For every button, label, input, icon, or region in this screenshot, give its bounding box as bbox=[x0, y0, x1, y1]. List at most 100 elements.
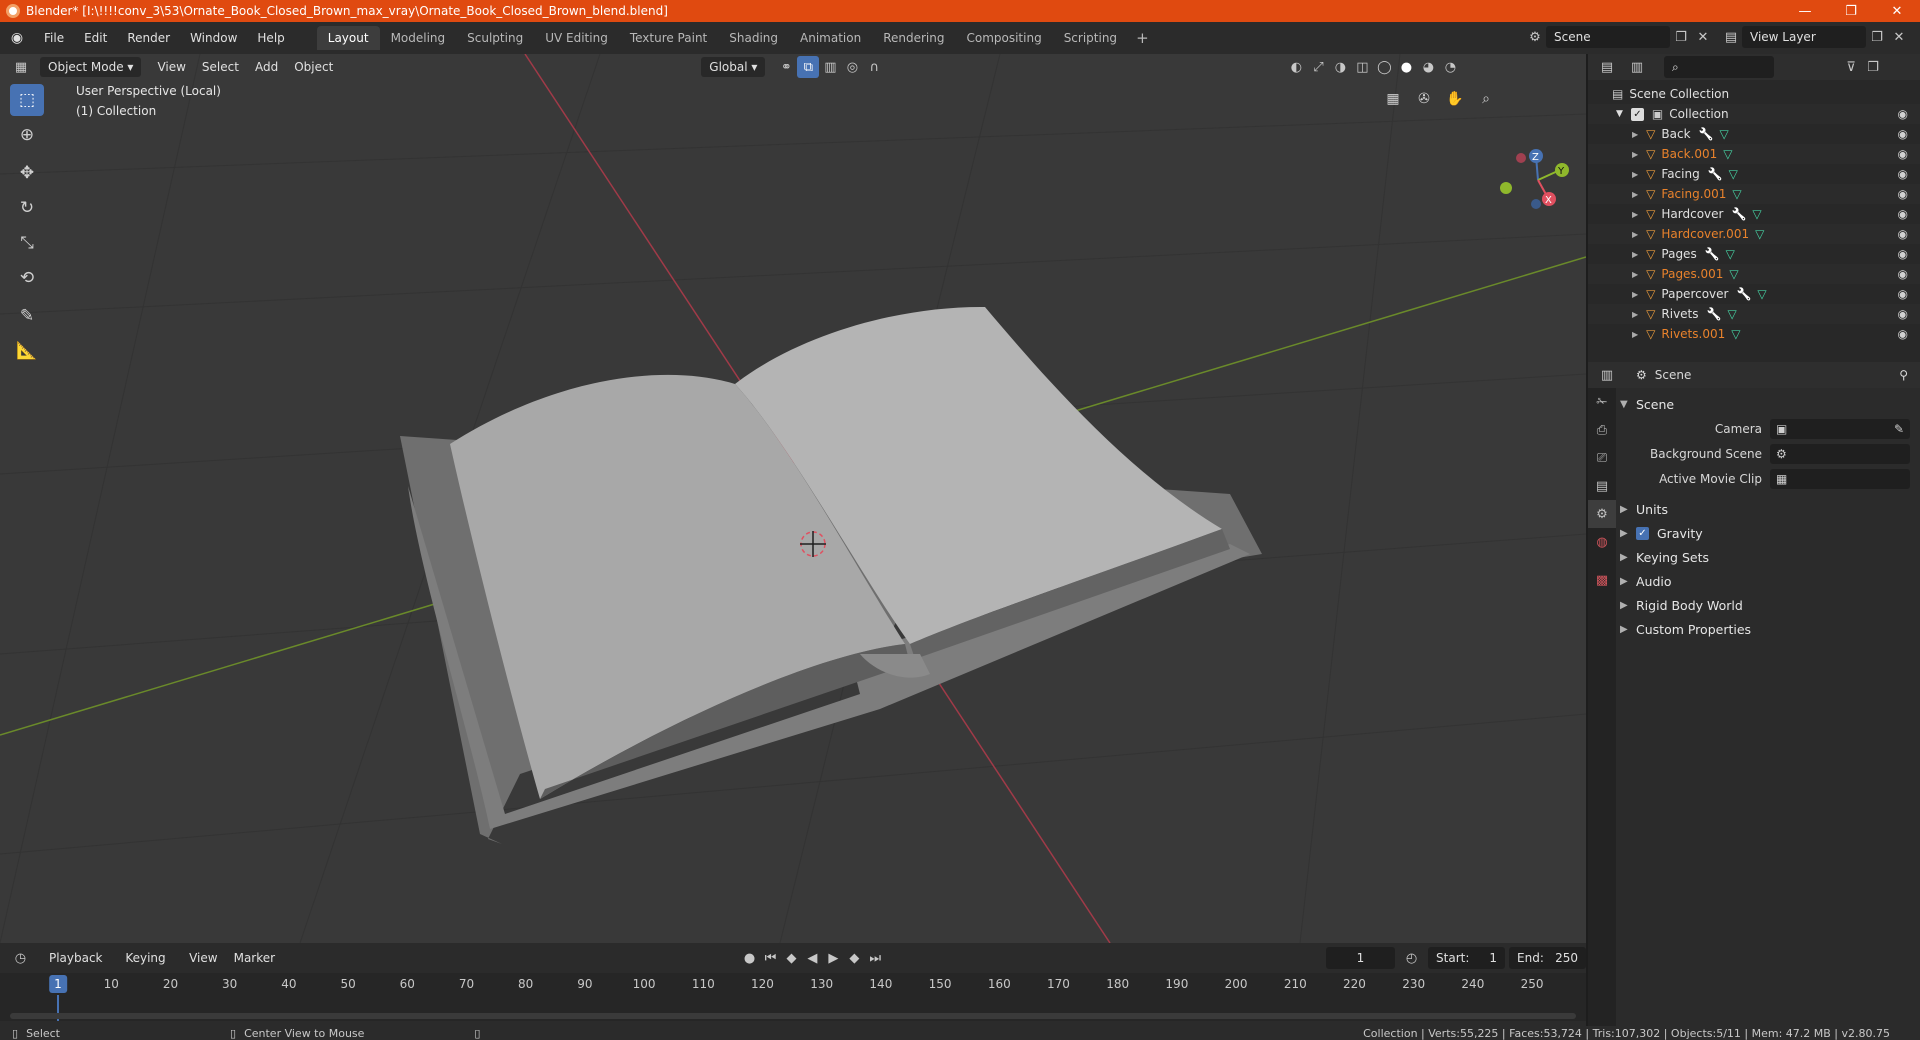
outliner-object-row[interactable]: ▶ ▽ Facing 🔧 ▽ ◉ bbox=[1588, 164, 1920, 184]
scale-tool-icon[interactable]: ⤡ bbox=[10, 227, 44, 259]
minimize-button[interactable]: — bbox=[1782, 0, 1828, 22]
expand-arrow-icon[interactable]: ▶ bbox=[1632, 310, 1638, 319]
eye-icon[interactable]: ◉ bbox=[1898, 227, 1908, 241]
scene-tab-icon[interactable]: ⚙ bbox=[1588, 500, 1616, 528]
outliner-object-row[interactable]: ▶ ▽ Hardcover.001 ▽ ◉ bbox=[1588, 224, 1920, 244]
eye-icon[interactable]: ◉ bbox=[1898, 127, 1908, 141]
eye-icon[interactable]: ◉ bbox=[1898, 187, 1908, 201]
timeline-view-menu[interactable]: View bbox=[181, 948, 225, 968]
expand-arrow-icon[interactable]: ▶ bbox=[1632, 130, 1638, 139]
eye-icon[interactable]: ◉ bbox=[1898, 307, 1908, 321]
jump-start-icon[interactable]: ⏮ bbox=[760, 947, 781, 969]
scene-field[interactable]: Scene bbox=[1546, 26, 1670, 48]
playback-menu[interactable]: Playback ▾ bbox=[41, 948, 117, 985]
proportional-edit-icon[interactable]: ◎ bbox=[841, 56, 863, 78]
maximize-button[interactable]: ❐ bbox=[1828, 0, 1874, 22]
overlay-toggle-icon[interactable]: ◑ bbox=[1329, 56, 1351, 78]
eye-icon[interactable]: ◉ bbox=[1898, 287, 1908, 301]
tab-sculpting[interactable]: Sculpting bbox=[456, 26, 534, 50]
outliner-search-input[interactable]: ⌕ bbox=[1664, 56, 1774, 78]
render-tab-icon[interactable]: ⎙ bbox=[1588, 416, 1616, 444]
mesh-data-icon[interactable]: ▽ bbox=[1755, 227, 1764, 241]
mesh-data-icon[interactable]: ▽ bbox=[1719, 127, 1728, 141]
play-reverse-icon[interactable]: ◀ bbox=[802, 947, 823, 969]
tab-rendering[interactable]: Rendering bbox=[872, 26, 955, 50]
expand-arrow-icon[interactable]: ▶ bbox=[1632, 210, 1638, 219]
wireframe-shading-icon[interactable]: ◯ bbox=[1373, 56, 1395, 78]
prev-keyframe-icon[interactable]: ◆ bbox=[781, 947, 802, 969]
world-tab-icon[interactable]: ◍ bbox=[1588, 528, 1616, 556]
timeline-scrollbar[interactable] bbox=[10, 1013, 1576, 1019]
mesh-data-icon[interactable]: ▽ bbox=[1752, 207, 1761, 221]
collection-row[interactable]: ▼ ✓ ▣ Collection ◉ bbox=[1588, 104, 1920, 124]
units-panel-header[interactable]: ▶ Units bbox=[1620, 497, 1916, 521]
expand-arrow-icon[interactable]: ▶ bbox=[1632, 150, 1638, 159]
cursor-tool-icon[interactable]: ⊕ bbox=[10, 119, 44, 151]
toggle-camera-ortho-icon[interactable]: ▦ bbox=[1380, 86, 1406, 112]
view-layer-field[interactable]: View Layer bbox=[1742, 26, 1866, 48]
editor-type-icon[interactable]: ▦ bbox=[10, 56, 32, 78]
expand-arrow-icon[interactable]: ▶ bbox=[1632, 330, 1638, 339]
jump-end-icon[interactable]: ⏭ bbox=[865, 947, 886, 969]
outliner-object-row[interactable]: ▶ ▽ Pages.001 ▽ ◉ bbox=[1588, 264, 1920, 284]
expand-arrow-icon[interactable]: ▶ bbox=[1632, 190, 1638, 199]
modifier-wrench-icon[interactable]: 🔧 bbox=[1705, 247, 1720, 261]
material-shading-icon[interactable]: ◕ bbox=[1417, 56, 1439, 78]
mesh-data-icon[interactable]: ▽ bbox=[1729, 267, 1738, 281]
visibility-icon[interactable]: ◐ bbox=[1285, 56, 1307, 78]
tab-animation[interactable]: Animation bbox=[789, 26, 872, 50]
eye-icon[interactable]: ◉ bbox=[1898, 107, 1908, 121]
properties-editor-type-icon[interactable]: ▥ bbox=[1596, 364, 1618, 386]
viewport-menu-view[interactable]: View bbox=[149, 57, 193, 77]
close-button[interactable]: ✕ bbox=[1874, 0, 1920, 22]
gravity-checkbox[interactable]: ✓ bbox=[1636, 526, 1649, 540]
eyedropper-icon[interactable]: ✎ bbox=[1894, 422, 1904, 436]
tab-modeling[interactable]: Modeling bbox=[380, 26, 457, 50]
tab-uv-editing[interactable]: UV Editing bbox=[534, 26, 619, 50]
scene-icon[interactable]: ⚙ bbox=[1524, 26, 1546, 48]
gizmo-toggle-icon[interactable]: ⤢ bbox=[1307, 56, 1329, 78]
outliner-object-row[interactable]: ▶ ▽ Rivets.001 ▽ ◉ bbox=[1588, 324, 1920, 344]
outliner-editor-type-icon[interactable]: ▤ bbox=[1596, 56, 1618, 78]
delete-view-layer-icon[interactable]: ✕ bbox=[1888, 26, 1910, 48]
zoom-view-icon[interactable]: ⌕ bbox=[1473, 86, 1499, 112]
tab-scripting[interactable]: Scripting bbox=[1053, 26, 1128, 50]
next-keyframe-icon[interactable]: ◆ bbox=[844, 947, 865, 969]
expand-arrow-icon[interactable]: ▶ bbox=[1632, 250, 1638, 259]
scene-collection-row[interactable]: ▤ Scene Collection bbox=[1588, 84, 1920, 104]
tab-compositing[interactable]: Compositing bbox=[955, 26, 1052, 50]
pivot-icon[interactable]: ⚭ bbox=[775, 56, 797, 78]
select-box-tool-icon[interactable]: ⬚ bbox=[10, 84, 44, 116]
mesh-data-icon[interactable]: ▽ bbox=[1727, 307, 1736, 321]
eye-icon[interactable]: ◉ bbox=[1898, 267, 1908, 281]
measure-tool-icon[interactable]: 📐 bbox=[10, 335, 44, 367]
start-frame-field[interactable]: Start: 1 bbox=[1428, 947, 1506, 969]
audio-panel-header[interactable]: ▶ Audio bbox=[1620, 569, 1916, 593]
rotate-tool-icon[interactable]: ↻ bbox=[10, 192, 44, 224]
view-layer-tab-icon[interactable]: ▤ bbox=[1588, 472, 1616, 500]
modifier-wrench-icon[interactable]: 🔧 bbox=[1736, 287, 1751, 301]
outliner-object-row[interactable]: ▶ ▽ Papercover 🔧 ▽ ◉ bbox=[1588, 284, 1920, 304]
viewport-menu-select[interactable]: Select bbox=[194, 57, 247, 77]
scene-panel-header[interactable]: ▼ Scene bbox=[1620, 392, 1916, 416]
display-mode-icon[interactable]: ▥ bbox=[1626, 56, 1648, 78]
outliner-object-row[interactable]: ▶ ▽ Rivets 🔧 ▽ ◉ bbox=[1588, 304, 1920, 324]
object-mode-dropdown[interactable]: Object Mode ▾ bbox=[40, 57, 142, 77]
outliner-object-row[interactable]: ▶ ▽ Facing.001 ▽ ◉ bbox=[1588, 184, 1920, 204]
eye-icon[interactable]: ◉ bbox=[1898, 247, 1908, 261]
keying-sets-panel-header[interactable]: ▶ Keying Sets bbox=[1620, 545, 1916, 569]
annotate-tool-icon[interactable]: ✎ bbox=[10, 300, 44, 332]
mesh-data-icon[interactable]: ▽ bbox=[1731, 327, 1740, 341]
view-layer-icon[interactable]: ▤ bbox=[1720, 26, 1742, 48]
keying-menu[interactable]: Keying ▾ bbox=[117, 948, 181, 985]
expand-arrow-icon[interactable]: ▶ bbox=[1632, 170, 1638, 179]
eye-icon[interactable]: ◉ bbox=[1898, 327, 1908, 341]
pan-view-hand-icon[interactable]: ✋ bbox=[1442, 86, 1468, 112]
transform-orientation-dropdown[interactable]: Global ▾ bbox=[701, 57, 766, 77]
mesh-data-icon[interactable]: ▽ bbox=[1729, 167, 1738, 181]
tab-layout[interactable]: Layout bbox=[316, 26, 380, 50]
rigid-body-world-panel-header[interactable]: ▶ Rigid Body World bbox=[1620, 593, 1916, 617]
transform-tool-icon[interactable]: ⟲ bbox=[10, 262, 44, 294]
outliner-object-row[interactable]: ▶ ▽ Hardcover 🔧 ▽ ◉ bbox=[1588, 204, 1920, 224]
output-tab-icon[interactable]: ⎚ bbox=[1588, 444, 1616, 472]
